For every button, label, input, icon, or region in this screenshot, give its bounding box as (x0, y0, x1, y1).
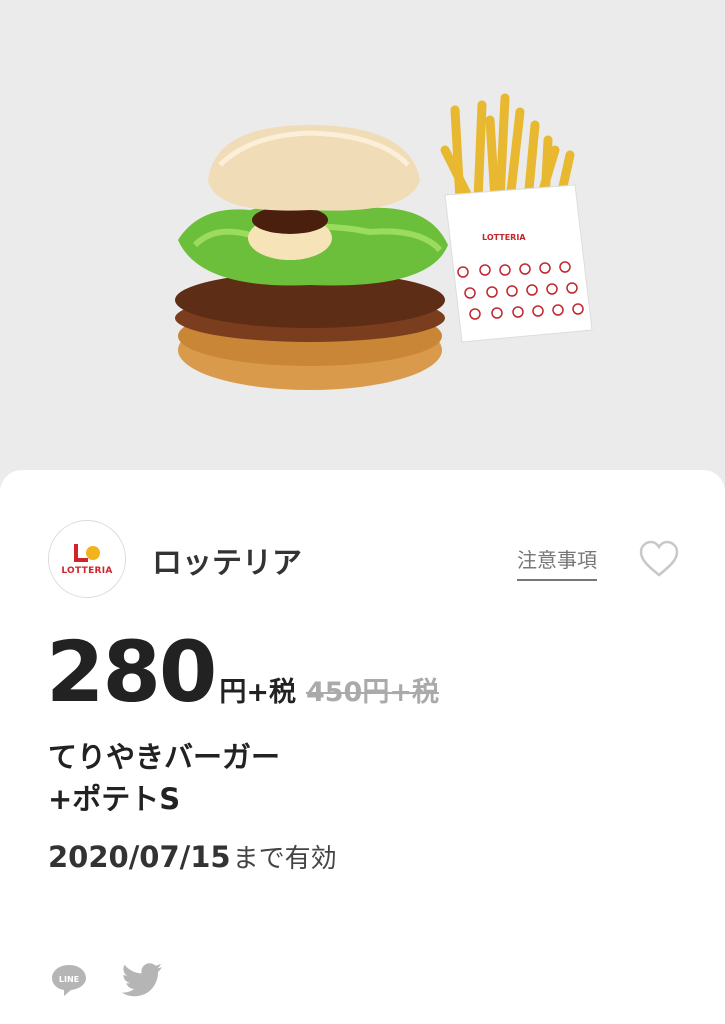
line-icon-label: LINE (59, 975, 79, 984)
notes-link[interactable]: 注意事項 (517, 544, 597, 581)
fries-box-brand: LOTTERIA (482, 233, 526, 242)
sale-price-unit: 円+税 (219, 677, 296, 708)
product-title: てりやきバーガー +ポテトS (48, 736, 280, 820)
product-title-line2: +ポテトS (48, 782, 181, 816)
hero-image: LOTTERIA (0, 0, 725, 500)
fries-image: LOTTERIA (440, 93, 593, 343)
original-price: 450円+税 (305, 677, 439, 708)
validity-date: 2020/07/15 (48, 840, 231, 874)
product-title-line1: てりやきバーガー (48, 740, 281, 774)
line-icon[interactable]: LINE (50, 962, 88, 998)
price-row: 280 円+税 450円+税 (46, 630, 439, 714)
shop-logo: LOTTERIA (48, 520, 126, 598)
heart-icon[interactable] (638, 540, 680, 578)
shop-name[interactable]: ロッテリア (152, 538, 302, 582)
sale-price: 280 (46, 623, 217, 721)
validity-suffix: まで有効 (232, 844, 337, 874)
twitter-icon[interactable] (122, 962, 164, 998)
lotteria-mark-icon (74, 544, 100, 562)
coupon-card: LOTTERIA ロッテリア 注意事項 280 円+税 450円+税 てりやきバ… (0, 470, 725, 1024)
validity-text: 2020/07/15 まで有効 (48, 838, 337, 875)
burger-image (175, 125, 448, 390)
shop-logo-text: LOTTERIA (61, 566, 113, 576)
